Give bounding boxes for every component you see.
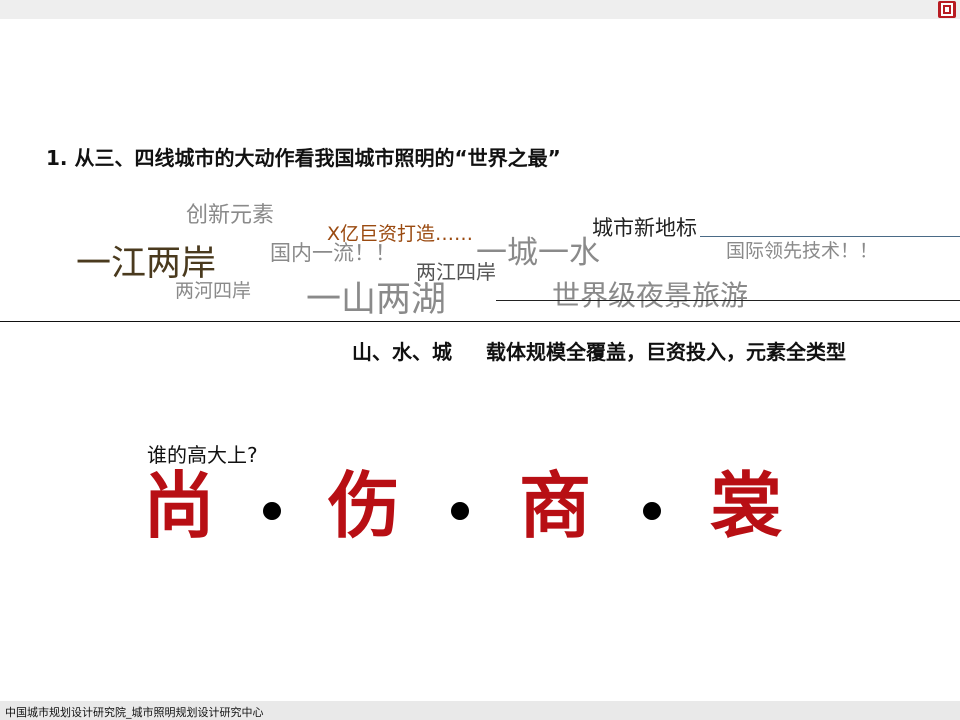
keyword-night-tourism: 世界级夜景旅游 bbox=[552, 279, 749, 312]
big-title-char: 尚 bbox=[143, 463, 216, 548]
separator-dot bbox=[263, 502, 281, 520]
subtitle-left: 山、水、城 bbox=[352, 340, 452, 364]
subtitle: 山、水、城 载体规模全覆盖，巨资投入，元素全类型 bbox=[352, 336, 846, 365]
keyword-two-jiang-four-banks: 两江四岸 bbox=[416, 260, 496, 284]
keyword-two-rivers-four-banks: 两河四岸 bbox=[175, 280, 252, 302]
keyword-new-landmark: 城市新地标 bbox=[592, 216, 697, 240]
keyword-underline bbox=[496, 300, 960, 301]
keyword-river-two-banks: 一江两岸 bbox=[76, 244, 217, 284]
keyword-innovation: 创新元素 bbox=[186, 203, 275, 228]
keyword-domestic-first: 国内一流！！ bbox=[270, 241, 396, 265]
keyword-leading-tech: 国际领先技术！！ bbox=[726, 240, 879, 262]
footer-bar: 中国城市规划设计研究院_城市照明规划设计研究中心 bbox=[0, 701, 960, 720]
big-title-char: 商 bbox=[519, 463, 592, 548]
page-heading: 1. 从三、四线城市的大动作看我国城市照明的“世界之最” bbox=[46, 146, 561, 170]
footer-text: 中国城市规划设计研究院_城市照明规划设计研究中心 bbox=[5, 706, 264, 719]
big-title-char: 伤 bbox=[328, 463, 401, 548]
section-divider bbox=[0, 321, 960, 322]
subtitle-right: 载体规模全覆盖，巨资投入，元素全类型 bbox=[486, 340, 846, 364]
accent-line bbox=[700, 236, 960, 237]
top-bar bbox=[0, 0, 960, 19]
keyword-mountain-lakes: 一山两湖 bbox=[306, 280, 447, 320]
separator-dot bbox=[451, 502, 469, 520]
big-title-char: 裳 bbox=[710, 463, 783, 548]
separator-dot bbox=[643, 502, 661, 520]
logo-icon bbox=[938, 1, 956, 18]
